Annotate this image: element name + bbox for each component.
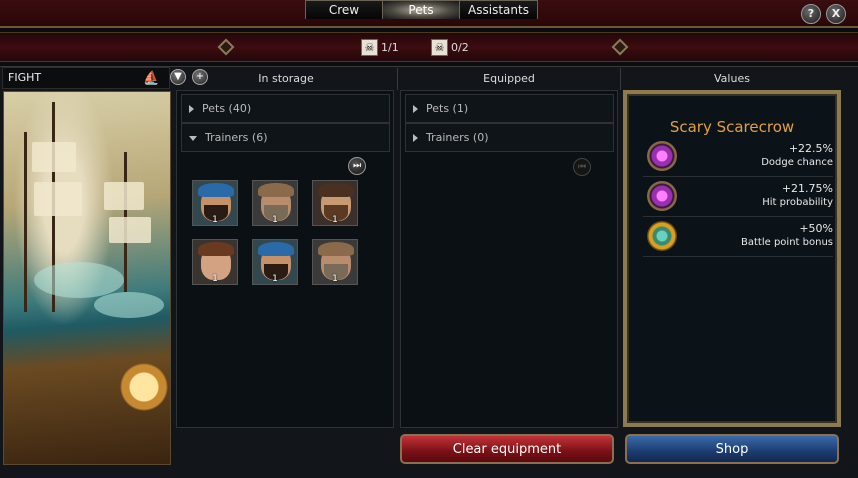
equipped-category-pets[interactable]: Pets (1) (405, 94, 614, 123)
trainer-slot[interactable]: 1 (252, 239, 298, 285)
equipped-category-trainers[interactable]: Trainers (0) (405, 123, 614, 152)
fight-label: FIGHT (8, 71, 42, 84)
close-button[interactable]: X (826, 4, 846, 24)
storage-category-trainers[interactable]: Trainers (6) (181, 123, 390, 152)
tab-crew[interactable]: Crew (306, 1, 383, 19)
trainer-slot[interactable]: 1 (312, 239, 358, 285)
banner-ornament-right-icon (611, 38, 629, 56)
fight-header: FIGHT ⛵ (2, 67, 170, 89)
pet-slot-counter: ☠ 1/1 (361, 39, 399, 56)
equipped-column-header: Equipped (483, 72, 535, 85)
purple-gem-icon (647, 181, 677, 211)
expand-arrow-icon (413, 134, 418, 142)
tab-bar: Crew Pets Assistants (305, 0, 538, 19)
trainer-slot[interactable]: 1 (312, 180, 358, 226)
skip-back-button[interactable]: ⏮ (573, 158, 591, 176)
counter-banner: ☠ 1/1 ☠ 0/2 (0, 32, 858, 62)
ship-icon: ⛵ (143, 71, 160, 86)
pet-slot-count: 1/1 (381, 41, 399, 54)
expand-arrow-icon (189, 105, 194, 113)
tab-pets[interactable]: Pets (383, 1, 460, 19)
values-column-header: Values (714, 72, 750, 85)
trainer-slot-count: 0/2 (451, 41, 469, 54)
storage-column-header: In storage (258, 72, 314, 85)
storage-panel: Pets (40) Trainers (6) ⏭ 1 1 1 1 1 1 (176, 90, 394, 428)
value-row-hit: +21.75% Hit probability (643, 177, 833, 217)
value-row-dodge: +22.5% Dodge chance (643, 137, 833, 177)
top-bar: Crew Pets Assistants ? X (0, 0, 858, 28)
purple-gem-icon (647, 141, 677, 171)
clear-equipment-button[interactable]: Clear equipment (400, 434, 614, 464)
equipped-panel: Pets (1) Trainers (0) ⏮ (400, 90, 618, 428)
skip-forward-button[interactable]: ⏭ (348, 157, 366, 175)
help-button[interactable]: ? (801, 4, 821, 24)
skull-crossbones-icon: ☠ (361, 39, 378, 56)
ship-battle-painting (3, 91, 171, 465)
values-panel: Scary Scarecrow +22.5% Dodge chance +21.… (623, 90, 841, 427)
trainer-slot[interactable]: 1 (192, 180, 238, 226)
gold-gem-icon (647, 221, 677, 251)
skull-crossbones-icon: ☠ (431, 39, 448, 56)
trainer-slot[interactable]: 1 (252, 180, 298, 226)
expand-arrow-icon (413, 105, 418, 113)
pet-name-title: Scary Scarecrow (669, 118, 795, 136)
collapse-arrow-icon (189, 135, 197, 141)
tab-assistants[interactable]: Assistants (460, 1, 537, 19)
shop-button[interactable]: Shop (625, 434, 839, 464)
banner-ornament-left-icon (217, 38, 235, 56)
trainer-slot[interactable]: 1 (192, 239, 238, 285)
value-row-battle-points: +50% Battle point bonus (643, 217, 833, 257)
storage-category-pets[interactable]: Pets (40) (181, 94, 390, 123)
trainer-slot-counter: ☠ 0/2 (431, 39, 469, 56)
